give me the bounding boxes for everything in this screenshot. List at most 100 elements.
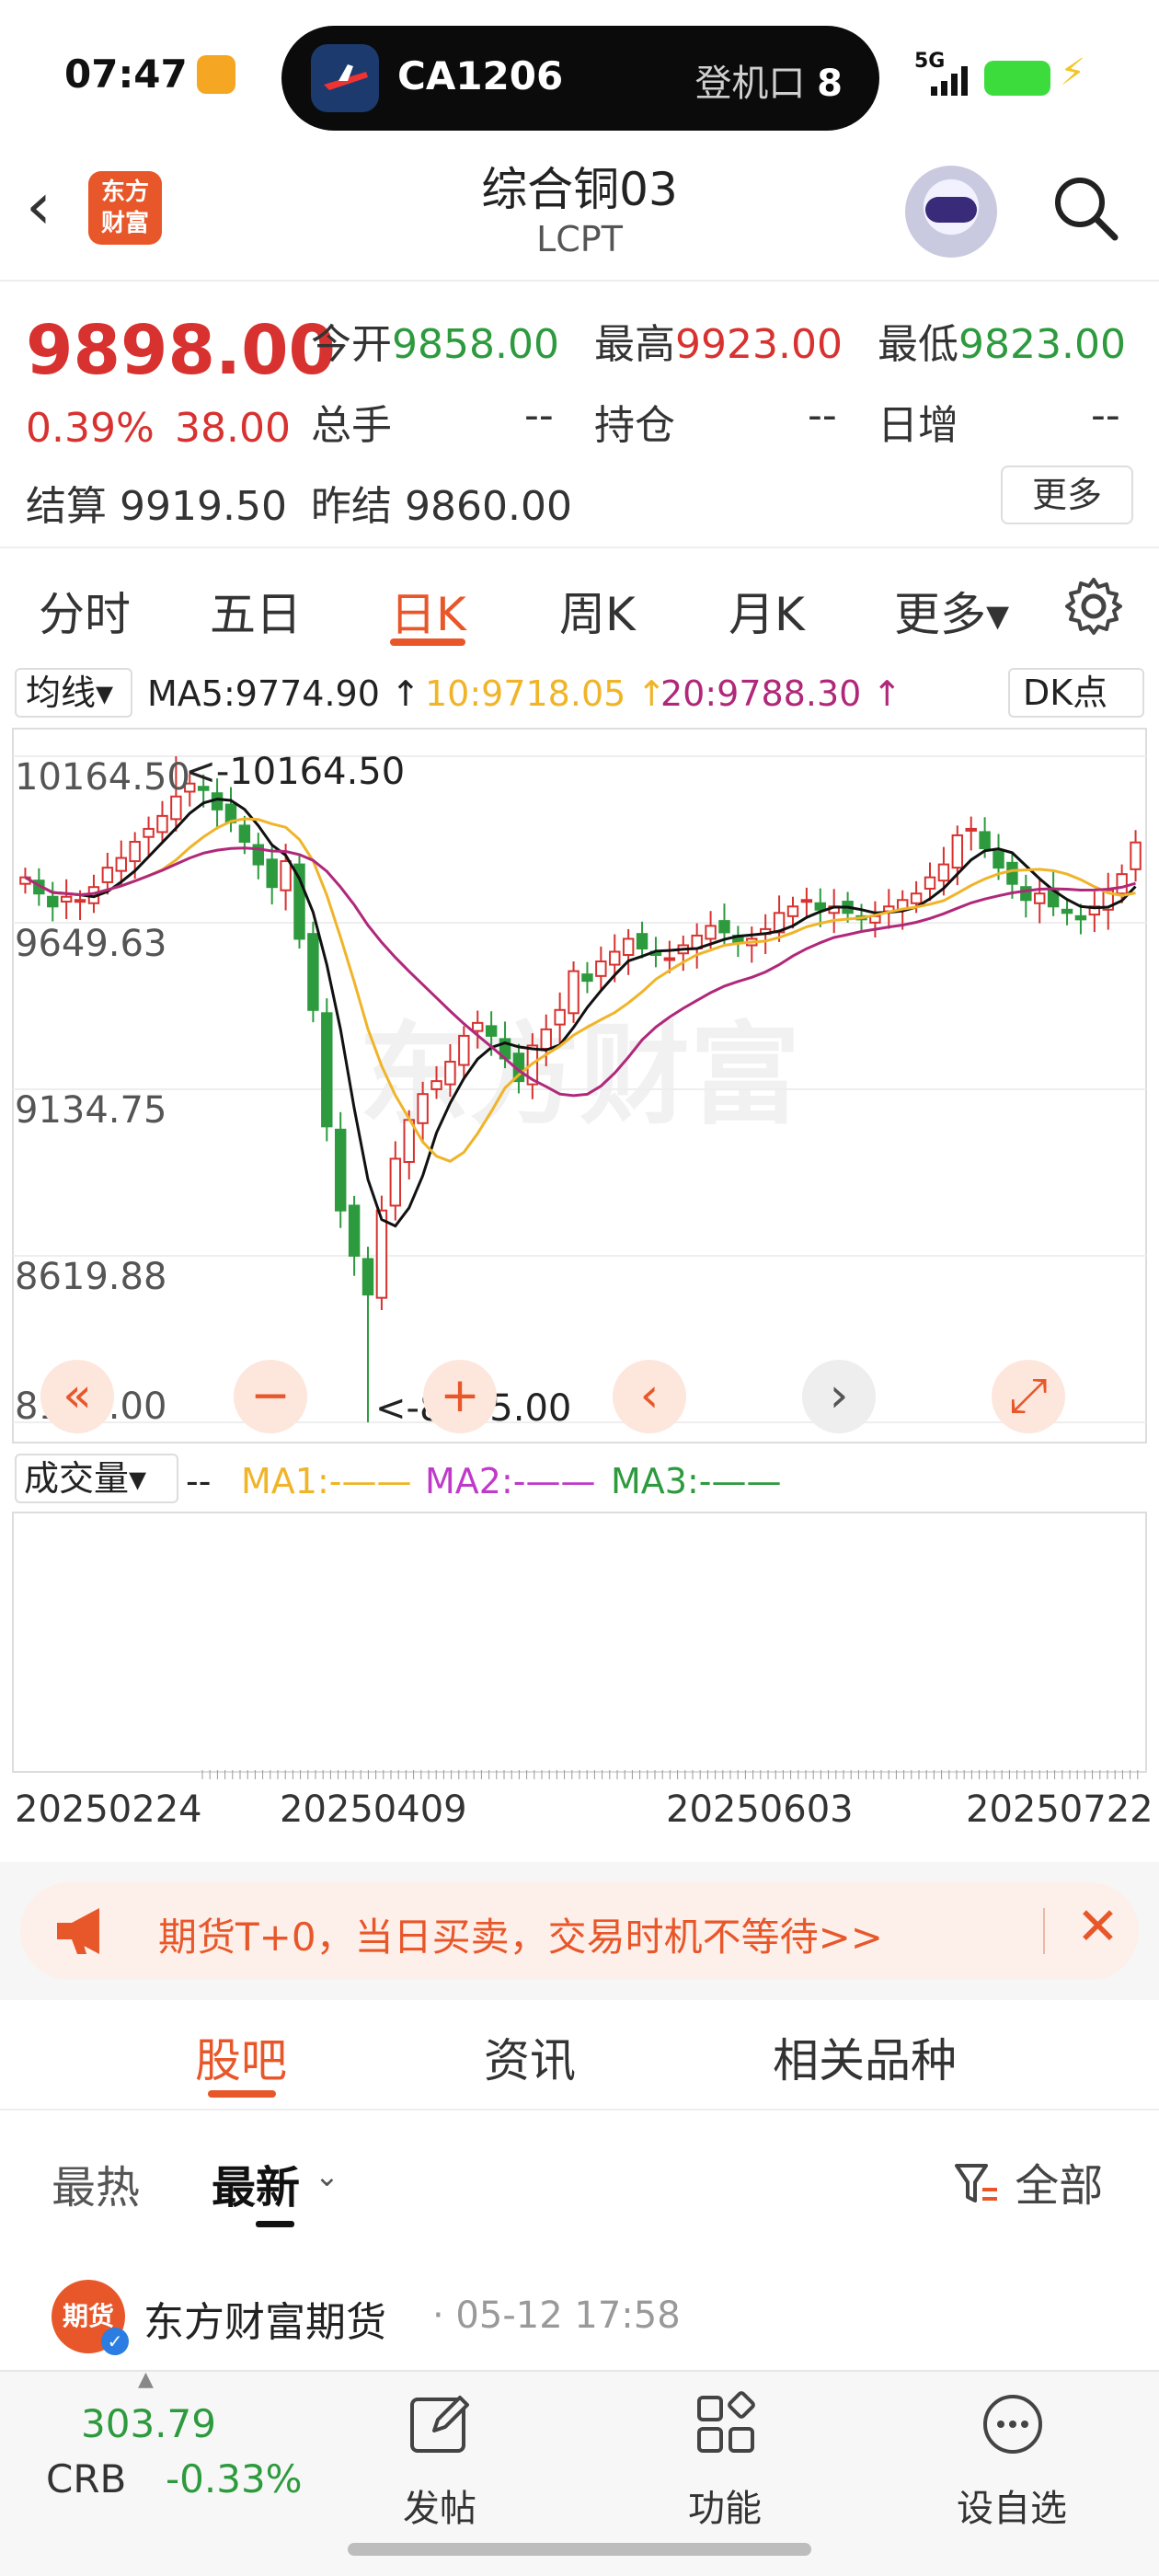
live-activity-pill[interactable]: CA1206 登机口 8 [281, 26, 879, 131]
tab-forum[interactable]: 股吧 [195, 2024, 287, 2090]
x-tick-label: 20250603 [666, 1788, 854, 1831]
candle-body [74, 899, 86, 903]
oi-stat-value: -- [808, 392, 837, 439]
change-percent: 0.39% [26, 405, 155, 452]
tab-monthly-k[interactable]: 月K [729, 578, 805, 644]
volume-chart[interactable]: 20250224 20250409 20250603 20250722 [0, 1509, 1159, 1858]
zoom-out-button[interactable]: − [234, 1360, 307, 1433]
x-tick-label: 20250722 [966, 1788, 1153, 1831]
candle-body [1130, 841, 1142, 870]
banner-divider [1043, 1908, 1045, 1954]
candle-body [1074, 914, 1087, 921]
candle-body [595, 960, 607, 977]
x-tick-label: 20250409 [280, 1788, 467, 1831]
ma20-value: 20:9788.30 ↑ [660, 673, 902, 714]
zoom-in-button[interactable]: + [423, 1360, 497, 1433]
candle-body [348, 1204, 361, 1257]
function-button-label[interactable]: 功能 [688, 2478, 762, 2532]
tab-news[interactable]: 资讯 [484, 2024, 576, 2090]
candle-body [540, 1028, 552, 1050]
expand-button[interactable]: ⤢ [992, 1360, 1065, 1433]
chart-settings-button[interactable] [1063, 576, 1124, 637]
status-bar: 07:47 CA1206 登机口 8 5G ⚡ [0, 0, 1159, 156]
filter-button[interactable]: 全部 [953, 2149, 1103, 2214]
double-chevron-left-icon: « [63, 1368, 92, 1423]
caret-up-icon: ▲ [138, 2368, 154, 2391]
gear-icon [1065, 578, 1122, 635]
sort-hot[interactable]: 最热 [52, 2151, 140, 2215]
zoom-in-icon: + [440, 1368, 480, 1423]
post-author[interactable]: 东方财富期货 [143, 2289, 386, 2348]
volume-indicator-selector[interactable]: 成交量▾ [15, 1454, 178, 1503]
candle-body [266, 858, 278, 889]
candle-body [800, 899, 813, 903]
sort-indicator [256, 2221, 294, 2227]
indicator-selector[interactable]: 均线▾ [15, 668, 132, 718]
candlestick-chart[interactable]: 东方财富 10164.509649.639134.758619.888105.0… [0, 727, 1159, 1444]
post-button[interactable] [407, 2390, 475, 2458]
daily-inc-value: -- [1091, 392, 1120, 439]
zoom-out-icon: − [250, 1368, 291, 1423]
candle-body [554, 1008, 566, 1026]
candle-body [280, 860, 292, 891]
sort-latest[interactable]: 最新 [212, 2151, 300, 2215]
candle-body [143, 827, 155, 838]
candle-body [965, 827, 977, 832]
signal-icon [929, 61, 975, 98]
dk-point-toggle[interactable]: DK点 [1008, 668, 1144, 718]
add-watchlist-label[interactable]: 设自选 [957, 2478, 1067, 2532]
max-price-label: <-10164.50 [185, 751, 405, 793]
candle-body [910, 892, 923, 904]
candle-body [568, 970, 580, 1015]
clock: 07:47 [64, 52, 188, 97]
candle-body [951, 834, 964, 869]
high-stat: 最高9923.00 [594, 321, 843, 368]
volume-stat-label: 总手 [311, 402, 392, 449]
candle-body [1006, 861, 1018, 885]
bottom-toolbar: ▲ 303.79 CRB -0.33% 发帖 功能 设自选 [0, 2368, 1159, 2576]
more-stats-button[interactable]: 更多 [1001, 466, 1133, 524]
double-chevron-left-button[interactable]: « [40, 1360, 114, 1433]
candle-body [170, 795, 182, 821]
vol-ma1: MA1:-—— [241, 1461, 412, 1501]
tab-more[interactable]: 更多▾ [894, 578, 1009, 644]
back-button[interactable]: ‹ [26, 169, 72, 243]
ai-assistant-avatar[interactable] [905, 166, 997, 258]
candle-body [238, 824, 251, 843]
candle-body [1116, 873, 1128, 895]
chevron-right-button[interactable]: › [802, 1360, 876, 1433]
search-icon [1055, 178, 1119, 241]
candle-body [60, 895, 73, 903]
candle-body [937, 863, 950, 882]
crb-index-label: CRB [46, 2456, 127, 2501]
edit-icon [410, 2396, 469, 2453]
tab-related[interactable]: 相关品种 [773, 2024, 957, 2090]
crb-index-value[interactable]: 303.79 [81, 2401, 216, 2446]
x-tick-label: 20250224 [15, 1788, 202, 1831]
tab-daily-k[interactable]: 日K [390, 578, 466, 644]
vol-ma2: MA2:-—— [425, 1461, 596, 1501]
candle-body [417, 1093, 429, 1124]
candle-body [924, 876, 936, 890]
function-button[interactable] [692, 2390, 760, 2458]
settle-stat: 结算 9919.50 [26, 483, 287, 530]
divider [0, 2109, 1159, 2110]
filter-icon [955, 2164, 997, 2202]
post-button-label[interactable]: 发帖 [403, 2478, 476, 2532]
candle-body [115, 857, 127, 872]
search-button[interactable] [1049, 171, 1122, 245]
close-icon[interactable]: ✕ [1076, 1897, 1119, 1957]
tab-weekly-k[interactable]: 周K [559, 578, 636, 644]
promo-banner[interactable]: 期货T+0，当日买卖，交易时机不等待>> ✕ [20, 1882, 1139, 1980]
tab-intraday[interactable]: 分时 [39, 578, 131, 644]
candle-body [786, 905, 799, 917]
candle-body [321, 1012, 333, 1128]
candle-body [129, 840, 141, 863]
chevron-left-button[interactable]: ‹ [613, 1360, 686, 1433]
add-watchlist-button[interactable] [979, 2390, 1047, 2458]
megaphone-icon [52, 1904, 125, 1958]
oi-stat-label: 持仓 [594, 402, 675, 449]
candle-body [361, 1258, 374, 1296]
tab-five-day[interactable]: 五日 [210, 578, 302, 644]
daily-inc-label: 日增 [878, 402, 958, 449]
